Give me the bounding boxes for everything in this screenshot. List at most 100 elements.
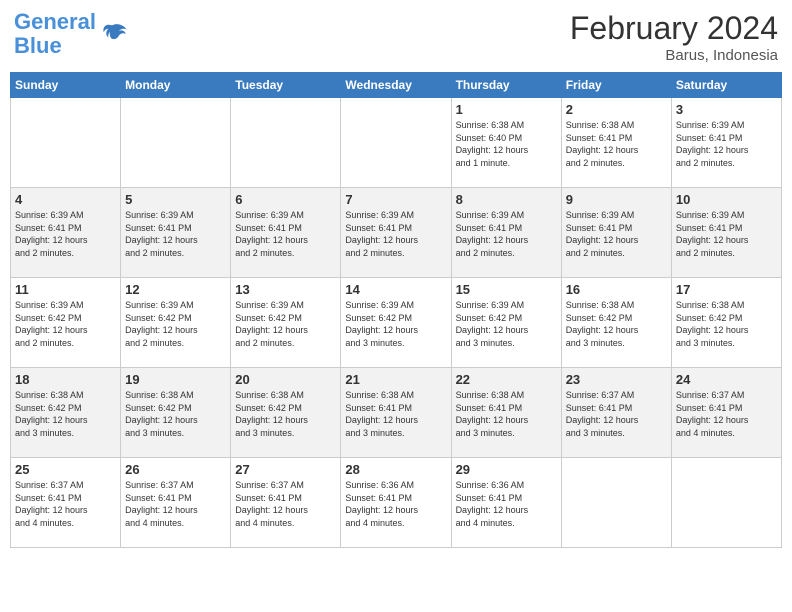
day-number: 14 [345, 282, 446, 297]
calendar-cell: 6Sunrise: 6:39 AM Sunset: 6:41 PM Daylig… [231, 188, 341, 278]
calendar-cell: 27 Sunrise: 6:37 AM Sunset: 6:41 PM Dayli… [231, 458, 341, 548]
calendar-cell: 23 Sunrise: 6:37 AM Sunset: 6:41 PM Dayli… [561, 368, 671, 458]
calendar-cell: 9Sunrise: 6:39 AM Sunset: 6:41 PM Daylig… [561, 188, 671, 278]
location: Barus, Indonesia [570, 47, 778, 64]
calendar-cell: 8 Sunrise: 6:39 AM Sunset: 6:41 PM Daylig… [451, 188, 561, 278]
day-info: Sunrise: 6:39 AM Sunset: 6:42 PM Dayligh… [456, 299, 557, 349]
calendar-cell [341, 98, 451, 188]
day-number: 12 [125, 282, 226, 297]
day-number: 1 [456, 102, 557, 117]
header-row: SundayMondayTuesdayWednesdayThursdayFrid… [11, 73, 782, 98]
calendar-cell: 20 Sunrise: 6:38 AM Sunset: 6:42 PM Dayli… [231, 368, 341, 458]
day-info: Sunrise: 6:38 AM Sunset: 6:40 PM Dayligh… [456, 119, 557, 169]
calendar-header: SundayMondayTuesdayWednesdayThursdayFrid… [11, 73, 782, 98]
logo-bird-icon [98, 19, 128, 49]
day-header-friday: Friday [561, 73, 671, 98]
day-info: Sunrise: 6:38 AM Sunset: 6:42 PM Dayligh… [235, 389, 336, 439]
day-number: 5 [125, 192, 226, 207]
calendar-cell: 14 Sunrise: 6:39 AM Sunset: 6:42 PM Dayli… [341, 278, 451, 368]
day-number: 20 [235, 372, 336, 387]
month-year: February 2024 [570, 10, 778, 47]
day-number: 11 [15, 282, 116, 297]
calendar-cell: 1 Sunrise: 6:38 AM Sunset: 6:40 PM Daylig… [451, 98, 561, 188]
calendar-cell [231, 98, 341, 188]
calendar-table: SundayMondayTuesdayWednesdayThursdayFrid… [10, 72, 782, 548]
calendar-cell: 17 Sunrise: 6:38 AM Sunset: 6:42 PM Dayli… [671, 278, 781, 368]
day-info: Sunrise: 6:39 AM Sunset: 6:41 PM Dayligh… [235, 209, 336, 259]
calendar-cell: 7 Sunrise: 6:39 AM Sunset: 6:41 PM Daylig… [341, 188, 451, 278]
week-row-1: 1 Sunrise: 6:38 AM Sunset: 6:40 PM Daylig… [11, 98, 782, 188]
day-info: Sunrise: 6:38 AM Sunset: 6:42 PM Dayligh… [15, 389, 116, 439]
day-info: Sunrise: 6:39 AM Sunset: 6:42 PM Dayligh… [125, 299, 226, 349]
day-number: 13 [235, 282, 336, 297]
page-header: General Blue February 2024 Barus, Indone… [10, 10, 782, 64]
day-number: 16 [566, 282, 667, 297]
day-number: 8 [456, 192, 557, 207]
week-row-2: 4 Sunrise: 6:39 AM Sunset: 6:41 PM Daylig… [11, 188, 782, 278]
day-header-tuesday: Tuesday [231, 73, 341, 98]
calendar-cell [121, 98, 231, 188]
calendar-cell: 2 Sunrise: 6:38 AM Sunset: 6:41 PM Daylig… [561, 98, 671, 188]
day-info: Sunrise: 6:39 AM Sunset: 6:41 PM Dayligh… [676, 209, 777, 259]
calendar-body: 1 Sunrise: 6:38 AM Sunset: 6:40 PM Daylig… [11, 98, 782, 548]
day-number: 23 [566, 372, 667, 387]
day-info: Sunrise: 6:38 AM Sunset: 6:42 PM Dayligh… [125, 389, 226, 439]
logo-line2: Blue [14, 33, 62, 58]
day-info: Sunrise: 6:39 AM Sunset: 6:41 PM Dayligh… [125, 209, 226, 259]
calendar-cell: 18Sunrise: 6:38 AM Sunset: 6:42 PM Dayli… [11, 368, 121, 458]
day-info: Sunrise: 6:37 AM Sunset: 6:41 PM Dayligh… [15, 479, 116, 529]
calendar-cell: 21Sunrise: 6:38 AM Sunset: 6:41 PM Dayli… [341, 368, 451, 458]
calendar-cell [11, 98, 121, 188]
day-info: Sunrise: 6:37 AM Sunset: 6:41 PM Dayligh… [676, 389, 777, 439]
day-number: 4 [15, 192, 116, 207]
day-info: Sunrise: 6:39 AM Sunset: 6:42 PM Dayligh… [235, 299, 336, 349]
calendar-cell: 15 Sunrise: 6:39 AM Sunset: 6:42 PM Dayli… [451, 278, 561, 368]
day-number: 15 [456, 282, 557, 297]
calendar-cell: 24Sunrise: 6:37 AM Sunset: 6:41 PM Dayli… [671, 368, 781, 458]
logo-line1: General [14, 9, 96, 34]
day-number: 27 [235, 462, 336, 477]
day-header-sunday: Sunday [11, 73, 121, 98]
calendar-cell [561, 458, 671, 548]
day-info: Sunrise: 6:37 AM Sunset: 6:41 PM Dayligh… [125, 479, 226, 529]
day-info: Sunrise: 6:36 AM Sunset: 6:41 PM Dayligh… [456, 479, 557, 529]
calendar-cell: 22Sunrise: 6:38 AM Sunset: 6:41 PM Dayli… [451, 368, 561, 458]
day-number: 19 [125, 372, 226, 387]
day-number: 10 [676, 192, 777, 207]
day-number: 3 [676, 102, 777, 117]
day-info: Sunrise: 6:37 AM Sunset: 6:41 PM Dayligh… [235, 479, 336, 529]
day-info: Sunrise: 6:38 AM Sunset: 6:41 PM Dayligh… [345, 389, 446, 439]
day-info: Sunrise: 6:39 AM Sunset: 6:41 PM Dayligh… [15, 209, 116, 259]
calendar-cell: 5 Sunrise: 6:39 AM Sunset: 6:41 PM Daylig… [121, 188, 231, 278]
day-info: Sunrise: 6:39 AM Sunset: 6:42 PM Dayligh… [15, 299, 116, 349]
day-header-monday: Monday [121, 73, 231, 98]
day-info: Sunrise: 6:38 AM Sunset: 6:41 PM Dayligh… [566, 119, 667, 169]
day-number: 17 [676, 282, 777, 297]
day-number: 25 [15, 462, 116, 477]
calendar-cell: 29Sunrise: 6:36 AM Sunset: 6:41 PM Dayli… [451, 458, 561, 548]
day-info: Sunrise: 6:38 AM Sunset: 6:42 PM Dayligh… [676, 299, 777, 349]
day-info: Sunrise: 6:39 AM Sunset: 6:41 PM Dayligh… [566, 209, 667, 259]
day-number: 7 [345, 192, 446, 207]
logo-text: General Blue [14, 10, 96, 58]
calendar-cell: 12 Sunrise: 6:39 AM Sunset: 6:42 PM Dayli… [121, 278, 231, 368]
day-header-wednesday: Wednesday [341, 73, 451, 98]
day-number: 28 [345, 462, 446, 477]
week-row-5: 25 Sunrise: 6:37 AM Sunset: 6:41 PM Dayli… [11, 458, 782, 548]
calendar-cell [671, 458, 781, 548]
day-info: Sunrise: 6:39 AM Sunset: 6:41 PM Dayligh… [456, 209, 557, 259]
day-header-saturday: Saturday [671, 73, 781, 98]
calendar-cell: 10 Sunrise: 6:39 AM Sunset: 6:41 PM Dayli… [671, 188, 781, 278]
day-info: Sunrise: 6:36 AM Sunset: 6:41 PM Dayligh… [345, 479, 446, 529]
day-info: Sunrise: 6:39 AM Sunset: 6:42 PM Dayligh… [345, 299, 446, 349]
title-block: February 2024 Barus, Indonesia [570, 10, 778, 64]
calendar-cell: 19 Sunrise: 6:38 AM Sunset: 6:42 PM Dayli… [121, 368, 231, 458]
calendar-cell: 16Sunrise: 6:38 AM Sunset: 6:42 PM Dayli… [561, 278, 671, 368]
day-info: Sunrise: 6:37 AM Sunset: 6:41 PM Dayligh… [566, 389, 667, 439]
day-number: 22 [456, 372, 557, 387]
calendar-cell: 11 Sunrise: 6:39 AM Sunset: 6:42 PM Dayli… [11, 278, 121, 368]
day-number: 26 [125, 462, 226, 477]
day-info: Sunrise: 6:39 AM Sunset: 6:41 PM Dayligh… [345, 209, 446, 259]
calendar-cell: 26 Sunrise: 6:37 AM Sunset: 6:41 PM Dayli… [121, 458, 231, 548]
day-number: 2 [566, 102, 667, 117]
